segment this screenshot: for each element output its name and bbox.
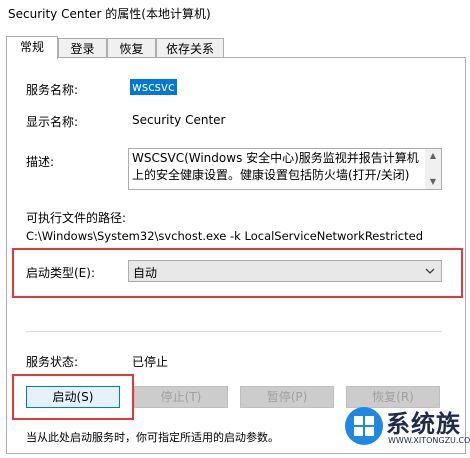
display-name-label: 显示名称:: [26, 115, 79, 129]
exe-path-label: 可执行文件的路径:: [26, 211, 127, 225]
scroll-down-icon[interactable]: ▼: [428, 177, 438, 187]
stop-button[interactable]: 停止(T): [134, 386, 228, 408]
service-name-text: wscsvc: [130, 79, 177, 95]
scroll-up-icon[interactable]: ▲: [428, 151, 438, 161]
chevron-down-icon: [425, 268, 435, 274]
description-label: 描述:: [26, 155, 55, 169]
description-text: WSCSVC(Windows 安全中心)服务监视并报告计算机上的安全健康设置。健…: [132, 151, 419, 182]
service-status-value: 已停止: [132, 355, 169, 369]
service-status-label: 服务状态:: [26, 355, 79, 369]
service-name-value[interactable]: wscsvc: [130, 79, 177, 95]
watermark-url: WWW.XITONGZU.COM: [388, 436, 470, 445]
description-scrollbar[interactable]: ▲ ▼: [425, 149, 441, 189]
title-bar: Security Center 的属性(本地计算机): [0, 0, 470, 26]
display-name-value: Security Center: [132, 113, 226, 127]
startup-type-label: 启动类型(E):: [26, 266, 95, 280]
tab-recovery[interactable]: 恢复: [107, 38, 156, 58]
startup-type-select[interactable]: 自动: [128, 260, 442, 282]
pause-button[interactable]: 暂停(P): [240, 386, 334, 408]
service-name-label: 服务名称:: [26, 83, 79, 97]
window-title: Security Center 的属性(本地计算机): [8, 7, 211, 21]
section-divider: [26, 331, 442, 332]
tab-logon[interactable]: 登录: [58, 38, 107, 58]
exe-path-value: C:\Windows\System32\svchost.exe -k Local…: [26, 229, 424, 243]
tab-dependencies[interactable]: 依存关系: [156, 38, 224, 58]
tab-general[interactable]: 常规: [6, 36, 58, 59]
start-button[interactable]: 启动(S): [26, 386, 120, 408]
site-watermark: 系统族 WWW.XITONGZU.COM: [342, 404, 470, 454]
startup-params-hint: 当从此处启动服务时，你可指定所适用的启动参数。: [26, 431, 279, 444]
watermark-name: 系统族: [386, 410, 461, 438]
startup-type-value: 自动: [133, 266, 158, 280]
description-box[interactable]: WSCSVC(Windows 安全中心)服务监视并报告计算机上的安全健康设置。健…: [128, 148, 442, 190]
windows-logo-icon: [345, 407, 383, 445]
